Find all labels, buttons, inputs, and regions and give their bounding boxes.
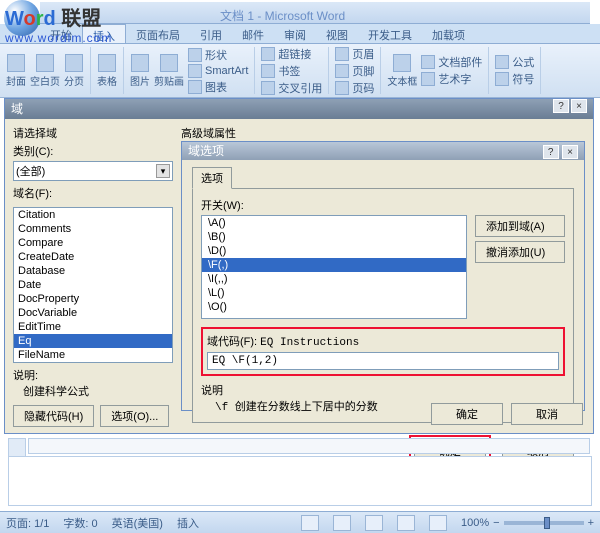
- zoom-level[interactable]: 100%: [461, 517, 489, 529]
- status-language[interactable]: 英语(美国): [112, 515, 163, 531]
- page-break-button[interactable]: 分页: [64, 54, 84, 88]
- view-outline-button[interactable]: [397, 515, 415, 531]
- crossref-button[interactable]: 交叉引用: [261, 80, 322, 96]
- close-icon[interactable]: ×: [562, 145, 578, 159]
- list-item[interactable]: \A(): [202, 216, 466, 230]
- view-printlayout-button[interactable]: [301, 515, 319, 531]
- cover-page-button[interactable]: 封面: [6, 54, 26, 88]
- blank-page-button[interactable]: 空白页: [30, 54, 60, 88]
- list-item[interactable]: FileName: [14, 348, 172, 362]
- tab-addins[interactable]: 加载项: [422, 24, 475, 43]
- list-item[interactable]: Comments: [14, 222, 172, 236]
- equation-button[interactable]: 公式: [495, 54, 534, 70]
- chevron-down-icon: ▾: [156, 164, 170, 178]
- header-button[interactable]: 页眉: [335, 46, 374, 62]
- select-field-label: 请选择域: [13, 125, 173, 141]
- zoom-in-button[interactable]: +: [588, 517, 594, 529]
- status-page[interactable]: 页面: 1/1: [6, 515, 49, 531]
- list-item[interactable]: \O(): [202, 300, 466, 314]
- switch-desc-text: \f 创建在分数线上下居中的分数: [201, 402, 378, 414]
- list-item[interactable]: Citation: [14, 208, 172, 222]
- close-icon[interactable]: ×: [571, 99, 587, 113]
- options-button[interactable]: 选项(O)...: [100, 405, 169, 427]
- list-item[interactable]: \L(): [202, 286, 466, 300]
- textbox-button[interactable]: 文本框: [387, 54, 417, 88]
- tab-layout[interactable]: 页面布局: [126, 24, 190, 43]
- tab-review[interactable]: 审阅: [274, 24, 316, 43]
- list-item[interactable]: \B(): [202, 230, 466, 244]
- list-item[interactable]: DocVariable: [14, 306, 172, 320]
- field-code-hint: EQ Instructions: [260, 337, 359, 349]
- desc-label: 说明:: [13, 370, 38, 382]
- field-cancel-button[interactable]: 取消: [511, 403, 583, 425]
- field-dialog-title: 域: [11, 99, 23, 119]
- hide-codes-button[interactable]: 隐藏代码(H): [13, 405, 94, 427]
- status-bar: 页面: 1/1 字数: 0 英语(美国) 插入 100% − +: [0, 511, 600, 533]
- quickparts-button[interactable]: 文档部件: [421, 54, 482, 70]
- help-icon[interactable]: ?: [553, 99, 569, 113]
- watermark-logo: Word 联盟 www.wordlm.com: [5, 2, 112, 45]
- list-item[interactable]: Database: [14, 264, 172, 278]
- switch-desc-label: 说明: [201, 385, 223, 397]
- shapes-button[interactable]: 形状: [188, 47, 248, 63]
- category-select[interactable]: (全部)▾: [13, 161, 173, 181]
- view-fullscreen-button[interactable]: [333, 515, 351, 531]
- table-button[interactable]: 表格: [97, 54, 117, 88]
- field-code-input[interactable]: EQ \F(1,2): [207, 352, 559, 370]
- app-title: 文档 1 - Microsoft Word: [220, 7, 345, 24]
- tab-references[interactable]: 引用: [190, 24, 232, 43]
- wordart-button[interactable]: 艺术字: [421, 71, 482, 87]
- status-words[interactable]: 字数: 0: [63, 515, 97, 531]
- status-mode[interactable]: 插入: [177, 515, 199, 531]
- list-item[interactable]: Date: [14, 278, 172, 292]
- add-to-field-button[interactable]: 添加到域(A): [475, 215, 565, 237]
- list-item[interactable]: Eq: [14, 334, 172, 348]
- symbol-button[interactable]: 符号: [495, 71, 534, 87]
- undo-add-button[interactable]: 撤消添加(U): [475, 241, 565, 263]
- view-draft-button[interactable]: [429, 515, 447, 531]
- horizontal-ruler: [28, 438, 590, 454]
- list-item[interactable]: \D(): [202, 244, 466, 258]
- footer-button[interactable]: 页脚: [335, 63, 374, 79]
- picture-button[interactable]: 图片: [130, 54, 150, 88]
- chart-button[interactable]: 图表: [188, 79, 248, 95]
- tab-view[interactable]: 视图: [316, 24, 358, 43]
- list-item[interactable]: \F(,): [202, 258, 466, 272]
- smartart-button[interactable]: SmartArt: [188, 64, 248, 78]
- field-options-dialog: 域选项 ? × 选项 开关(W): \A() \B(): [181, 141, 585, 411]
- field-options-title: 域选项: [188, 142, 224, 160]
- clipart-button[interactable]: 剪贴画: [154, 54, 184, 88]
- tab-developer[interactable]: 开发工具: [358, 24, 422, 43]
- fieldname-label: 域名(F):: [13, 185, 173, 201]
- switch-label: 开关(W):: [201, 197, 565, 213]
- switch-listbox[interactable]: \A() \B() \D() \F(,) \I(,,) \L() \O(): [201, 215, 467, 319]
- zoom-slider[interactable]: [504, 521, 584, 525]
- desc-text: 创建科学公式: [13, 386, 89, 398]
- category-label: 类别(C):: [13, 143, 173, 159]
- zoom-out-button[interactable]: −: [493, 517, 499, 529]
- document-area[interactable]: [8, 456, 592, 506]
- field-listbox[interactable]: Citation Comments Compare CreateDate Dat…: [13, 207, 173, 363]
- list-item[interactable]: CreateDate: [14, 250, 172, 264]
- tab-options[interactable]: 选项: [192, 167, 232, 189]
- advanced-props-label: 高级域属性: [181, 125, 585, 141]
- list-item[interactable]: DocProperty: [14, 292, 172, 306]
- hyperlink-button[interactable]: 超链接: [261, 46, 322, 62]
- pagenum-button[interactable]: 页码: [335, 80, 374, 96]
- list-item[interactable]: EditTime: [14, 320, 172, 334]
- help-icon[interactable]: ?: [543, 145, 559, 159]
- list-item[interactable]: Compare: [14, 236, 172, 250]
- bookmark-button[interactable]: 书签: [261, 63, 322, 79]
- tab-mailings[interactable]: 邮件: [232, 24, 274, 43]
- field-dialog: 域 ? × 请选择域 类别(C): (全部)▾ 域名(F): Citation …: [4, 98, 594, 434]
- list-item[interactable]: \I(,,): [202, 272, 466, 286]
- field-ok-button[interactable]: 确定: [431, 403, 503, 425]
- field-code-label: 域代码(F):: [207, 336, 257, 348]
- view-web-button[interactable]: [365, 515, 383, 531]
- ribbon: 封面 空白页 分页 表格 图片 剪贴画 形状 SmartArt 图表 超链接 书…: [0, 44, 600, 98]
- list-item[interactable]: FileSize: [14, 362, 172, 363]
